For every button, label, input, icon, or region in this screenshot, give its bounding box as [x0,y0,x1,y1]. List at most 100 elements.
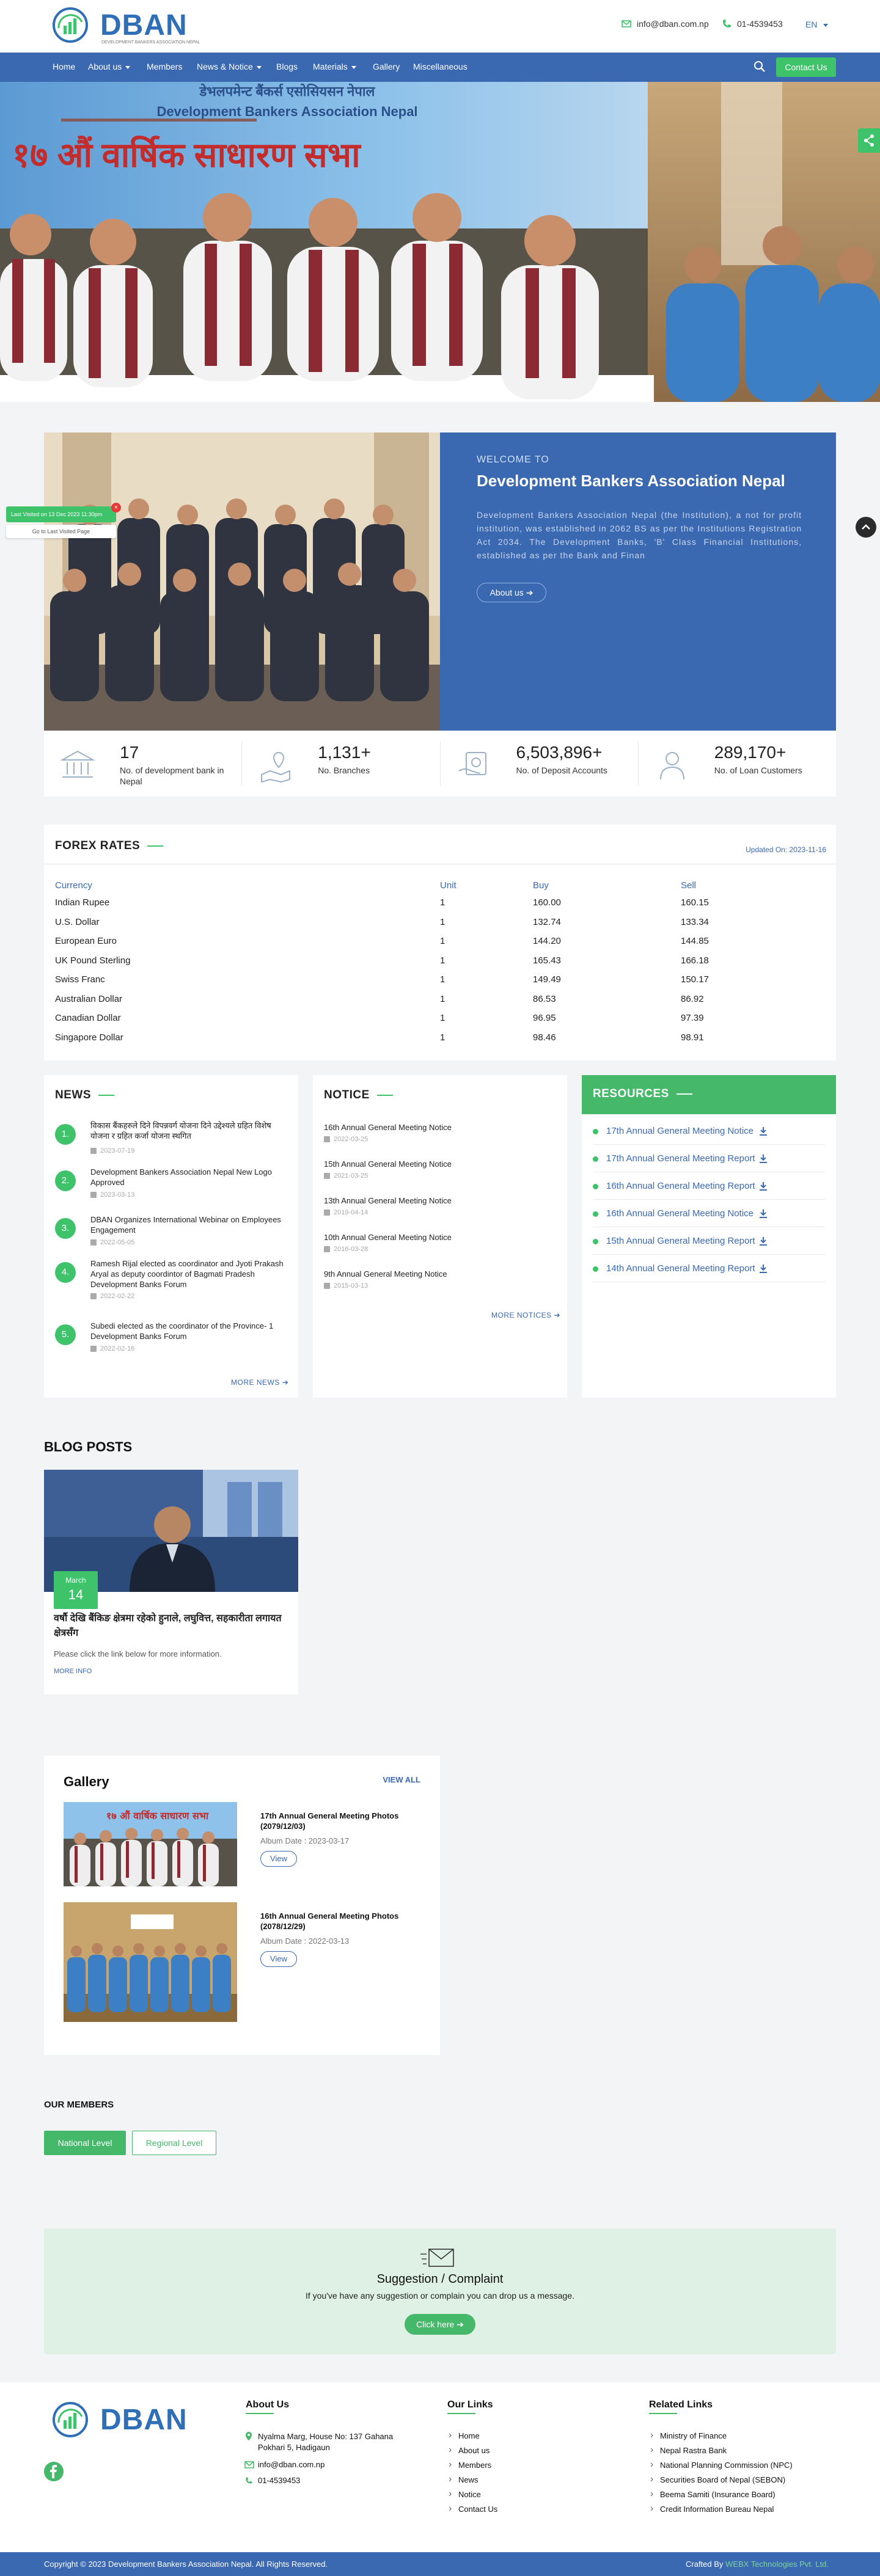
gallery-thumbnail[interactable] [64,1902,237,2022]
notice-item[interactable]: 16th Annual General Meeting Notice 2022-0… [324,1123,556,1143]
about-us-button[interactable]: About us ➔ [477,583,546,602]
crafted-by-link[interactable]: WEBX Technologies Pvt. Ltd. [725,2560,829,2569]
notice-item-title[interactable]: 15th Annual General Meeting Notice [324,1159,556,1169]
more-news-link[interactable]: MORE NEWS ➔ [231,1378,288,1387]
forex-cell-currency: UK Pound Sterling [55,955,131,966]
close-icon[interactable]: × [111,503,121,513]
phone-icon [246,2477,252,2484]
gallery-item-date: Album Date : 2023-03-17 [260,1836,350,1845]
download-icon[interactable] [759,1209,768,1219]
blog-card[interactable]: March 14 वर्षौ देखि बैंकिङ क्षेत्रमा रहे… [44,1470,298,1695]
related-link[interactable]: Beema Samiti (Insurance Board) [649,2489,776,2500]
language-select[interactable]: EN [805,20,829,29]
customers-icon [659,752,684,780]
forex-cell-unit: 1 [440,936,446,947]
related-link[interactable]: National Planning Commission (NPC) [649,2459,793,2470]
gallery-thumbnail[interactable]: १७ औं वार्षिक साधारण सभा [64,1802,237,1886]
download-icon[interactable] [759,1181,768,1191]
download-icon[interactable] [759,1126,768,1136]
forex-cell-buy: 98.46 [533,1032,556,1043]
national-level-tab[interactable]: National Level [44,2131,126,2155]
nav-blogs[interactable]: Blogs [276,62,298,71]
resource-item[interactable]: 17th Annual General Meeting Report [593,1145,825,1172]
arrow-right-icon: ➔ [282,1378,289,1387]
welcome-kicker: WELCOME TO [477,454,549,465]
notice-item[interactable]: 9th Annual General Meeting Notice 2015-03… [324,1269,556,1290]
notice-item[interactable]: 15th Annual General Meeting Notice 2021-0… [324,1159,556,1180]
news-item-title[interactable]: Ramesh Rijal elected as coordinator and … [90,1258,287,1290]
suggestion-click-button[interactable]: Click here ➔ [405,2314,475,2335]
nav-miscellaneous[interactable]: Miscellaneous [413,62,468,71]
regional-level-tab[interactable]: Regional Level [132,2131,216,2155]
notice-item-title[interactable]: 13th Annual General Meeting Notice [324,1196,556,1205]
footer-link[interactable]: Members [447,2459,491,2470]
email-icon [244,2461,254,2468]
nav-home[interactable]: Home [53,62,75,71]
related-link[interactable]: Securities Board of Nepal (SEBON) [649,2474,785,2485]
notice-item-title[interactable]: 16th Annual General Meeting Notice [324,1123,556,1132]
related-link[interactable]: Credit Information Bureau Nepal [649,2503,774,2514]
resource-item[interactable]: 16th Annual General Meeting Notice [593,1200,825,1227]
facebook-icon[interactable] [44,2462,64,2481]
related-link[interactable]: Nepal Rastra Bank [649,2445,727,2456]
forex-cell-buy: 165.43 [533,955,561,966]
download-icon[interactable] [759,1264,768,1274]
resource-item[interactable]: 14th Annual General Meeting Report [593,1255,825,1282]
nav-news-notice[interactable]: News & Notice [197,62,262,71]
resource-item[interactable]: 16th Annual General Meeting Report [593,1173,825,1200]
gallery-item-title[interactable]: 17th Annual General Meeting Photos (2079… [260,1811,413,1831]
download-icon[interactable] [759,1154,768,1164]
footer-link[interactable]: About us [447,2445,490,2456]
last-visited-link[interactable]: Go to Last Visited Page [6,525,116,538]
footer-link[interactable]: Notice [447,2489,481,2500]
news-item-title[interactable]: Development Bankers Association Nepal Ne… [90,1167,287,1188]
news-item-title[interactable]: DBAN Organizes International Webinar on … [90,1214,287,1235]
related-link[interactable]: Ministry of Finance [649,2430,727,2441]
chevron-down-icon [125,65,131,69]
last-visited-badge[interactable]: Last Visited on 13 Dec 2023 11:30pm × Go… [6,503,121,542]
forex-cell-unit: 1 [440,1013,446,1024]
notice-item-title[interactable]: 9th Annual General Meeting Notice [324,1269,556,1279]
blog-title[interactable]: वर्षौ देखि बैंकिङ क्षेत्रमा रहेको हुनाले… [54,1611,288,1641]
search-icon[interactable] [753,60,766,73]
resource-item[interactable]: 15th Annual General Meeting Report [593,1228,825,1255]
blog-date-badge: March 14 [54,1571,98,1609]
header-phone[interactable]: 01-4539453 [721,18,783,29]
notice-item-title[interactable]: 10th Annual General Meeting Notice [324,1233,556,1242]
notice-title-text: NOTICE [324,1089,370,1101]
download-icon[interactable] [759,1236,768,1246]
notice-item[interactable]: 10th Annual General Meeting Notice 2016-0… [324,1233,556,1253]
forex-updated: Updated On: 2023-11-16 [746,845,826,854]
share-button[interactable] [858,128,880,153]
site-logo[interactable]: DBAN DEVELOPMENT BANKERS ASSOCIATION NEP… [51,6,200,46]
scroll-to-top-button[interactable] [856,517,876,538]
header-email[interactable]: info@dban.com.np [621,18,709,29]
suggestion-title: Suggestion / Complaint [376,2272,504,2286]
news-item-title[interactable]: Subedi elected as the coordinator of the… [90,1321,287,1341]
more-notices-link[interactable]: MORE NOTICES ➔ [491,1311,560,1319]
nav-gallery[interactable]: Gallery [373,62,400,71]
contact-us-button[interactable]: Contact Us [776,57,836,77]
nav-members[interactable]: Members [147,62,182,71]
footer-link[interactable]: Home [447,2430,480,2441]
logo-wordmark: DBAN [100,9,188,42]
view-all-link[interactable]: VIEW ALL [383,1775,420,1784]
footer-link[interactable]: News [447,2474,479,2485]
more-info-link[interactable]: MORE INFO [54,1668,92,1675]
nav-materials[interactable]: Materials [313,62,356,71]
footer-phone[interactable]: 01-4539453 [258,2475,300,2486]
resource-item-label: 16th Annual General Meeting Notice [606,1208,754,1219]
logo-mark-icon [53,7,88,43]
gallery-view-button[interactable]: View [260,1851,297,1867]
footer-email[interactable]: info@dban.com.np [258,2459,324,2470]
gallery-item-title[interactable]: 16th Annual General Meeting Photos (2078… [260,1911,413,1932]
news-item-title[interactable]: विकास बैंकहरुले दिने विपन्नवर्ग योजना दि… [90,1120,287,1141]
footer-link[interactable]: Contact Us [447,2503,497,2514]
gallery-view-button[interactable]: View [260,1951,297,1967]
resource-item[interactable]: 17th Annual General Meeting Notice [593,1118,825,1145]
footer-logo[interactable]: DBAN [51,2401,198,2440]
nav-about-us[interactable]: About us [88,62,131,71]
deposit-icon [458,752,486,775]
news-item-date: 2022-05-05 [90,1239,134,1246]
notice-item[interactable]: 13th Annual General Meeting Notice 2019-0… [324,1196,556,1216]
